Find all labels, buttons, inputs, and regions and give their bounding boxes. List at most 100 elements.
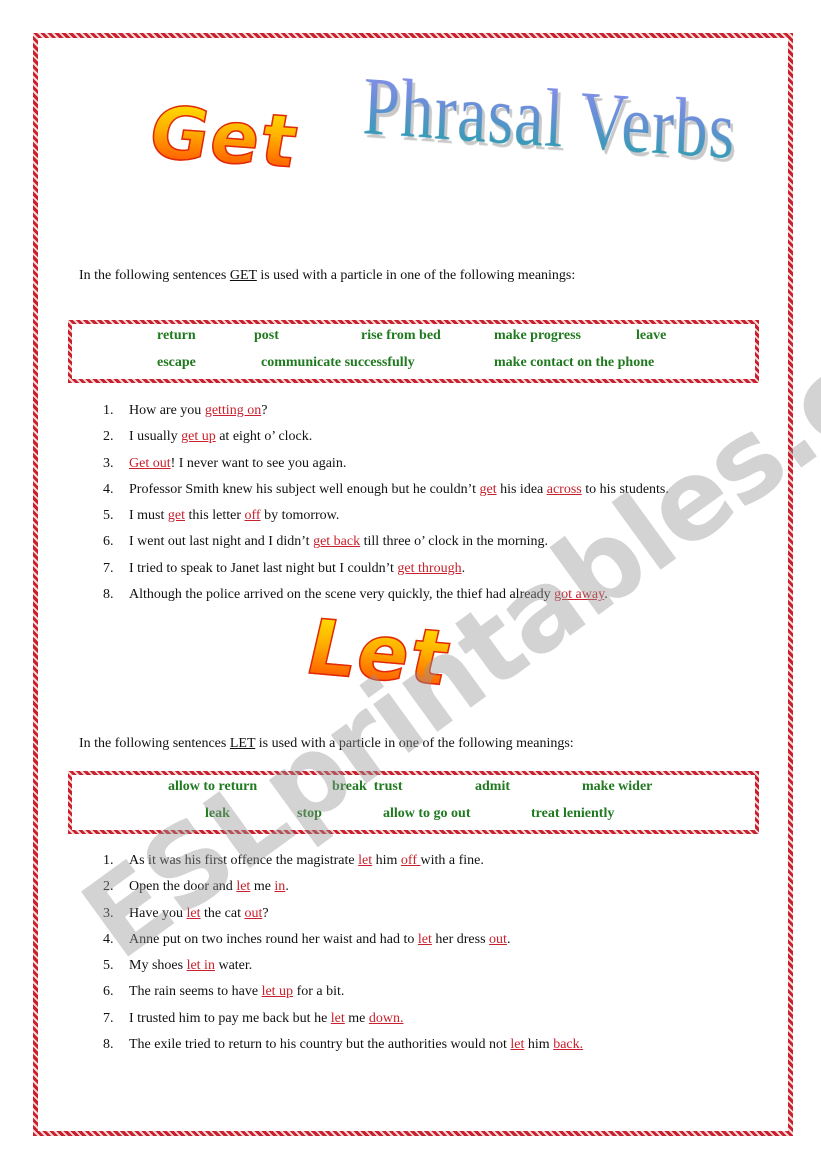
let-meaning: treat leniently [531,806,615,821]
sentence-number: 8. [103,1037,114,1053]
phrasal-verb-answer: across [546,481,582,497]
let-meaning: allow to go out [383,806,471,821]
phrasal-verb-answer: out [489,931,507,947]
phrasal-verb-answer: off [244,508,261,524]
phrasal-verb-answer: get [479,481,497,497]
exercise-sentence: 2. I usually get up at eight o’ clock. [103,428,669,454]
phrasal-verb-answer: let [236,879,251,895]
sentence-number: 8. [103,587,114,603]
phrasal-verb-answer: let [330,1010,345,1026]
sentence-text: . [604,587,608,603]
phrasal-verb-answer: get [167,508,185,524]
exercise-sentence: 8. The exile tried to return to his count… [103,1036,583,1062]
let-intro-after: is used with a particle in one of the fo… [255,736,574,751]
sentence-number: 1. [103,853,114,868]
phrasal-verb-answer: let [358,853,373,868]
sentence-number: 1. [103,403,114,418]
exercise-sentence: 3. Have you let the cat out? [103,905,583,931]
sentence-text: . [285,879,289,895]
get-meaning: make contact on the phone [494,355,655,370]
sentence-text: him [524,1037,554,1053]
let-meaning: leak [205,806,230,821]
get-meaning: communicate successfully [261,355,415,370]
get-meaning: make progress [494,328,581,343]
exercise-sentence: 1. As it was his first offence the magist… [103,852,583,878]
sentence-text: My shoes [129,958,187,974]
get-intro-after: is used with a particle in one of the fo… [256,268,576,283]
sentence-text: I tried to speak to Janet last night but… [129,560,398,576]
let-meanings-box: allow to return break trust admit make w… [68,771,759,834]
let-intro-before: In the following sentences [79,736,230,751]
title-let-wordart: Let [297,602,461,703]
let-intro-verb: LET [229,736,256,751]
let-meaning: break trust [332,779,403,794]
exercise-sentence: 1. How are you getting on? [103,402,669,428]
phrasal-verb-answer: Get out [129,455,171,471]
exercise-sentence: 4. Anne put on two inches round her waist… [103,931,583,957]
sentence-text: I went out last night and I didn’t [129,534,314,550]
sentence-text: . [506,931,511,947]
let-meaning: stop [297,806,322,821]
sentence-text: I must [129,508,168,524]
sentence-text: I usually [129,429,182,445]
exercise-sentence: 4. Professor Smith knew his subject well … [103,481,669,507]
sentence-text: Although the police arrived on the scene… [129,587,555,603]
sentence-number: 6. [103,984,114,1000]
phrasal-verb-answer: let [186,905,201,921]
phrasal-verb-answer: back. [553,1037,584,1053]
let-exercise-list: 1. As it was his first offence the magist… [103,852,583,1062]
phrasal-verb-answer: get through [397,560,462,576]
sentence-number: 6. [103,534,114,550]
sentence-text: ? [261,403,268,418]
title-get-wordart: Get [142,89,306,184]
exercise-sentence: 3. Get out! I never want to see you again… [103,455,669,481]
exercise-sentence: 6. I went out last night and I didn’t get… [103,533,669,559]
exercise-sentence: 2. Open the door and let me in. [103,878,583,904]
sentence-number: 4. [103,931,114,947]
sentence-text: till three o’ clock in the morning. [360,534,549,550]
let-meaning: admit [475,779,510,794]
sentence-text: the cat [200,905,245,921]
phrasal-verb-answer: get back [313,534,361,550]
sentence-text: me [250,879,275,895]
phrasal-verb-answer: let [510,1037,525,1053]
sentence-text: for a bit. [293,984,345,1000]
get-intro-before: In the following sentences [79,268,230,283]
get-exercise-list: 1. How are you getting on? 2. I usually get… [103,402,669,612]
sentence-number: 3. [103,455,114,471]
let-meaning: allow to return [168,779,258,794]
phrasal-verb-answer: got away [554,587,605,603]
sentence-text: this letter [185,508,245,524]
phrasal-verb-answer: out [244,905,263,921]
exercise-sentence: 7. I tried to speak to Janet last night b… [103,560,669,586]
exercise-sentence: 5. My shoes let in water. [103,957,583,983]
phrasal-verb-answer: down. [368,1010,404,1026]
sentence-text: his idea [496,481,547,497]
sentence-text: Have you [129,905,187,921]
sentence-text: Professor Smith knew his subject well en… [129,481,480,497]
exercise-sentence: 5. I must get this letter off by tomorrow… [103,507,669,533]
get-meanings-box: return post rise from bed make progress … [68,320,759,383]
sentence-text: water. [214,958,253,974]
sentence-text: her dress [431,931,490,947]
get-intro: In the following sentences GET is used w… [79,268,575,284]
get-meaning: rise from bed [361,328,441,343]
sentence-number: 3. [103,905,114,921]
phrasal-verb-answer: let [417,931,432,947]
sentence-text: How are you [129,403,205,418]
phrasal-verb-answer: get up [181,429,216,445]
sentence-number: 7. [103,1010,114,1026]
phrasal-verb-answer: let in [186,958,215,974]
get-meaning: post [254,328,279,343]
sentence-text: at eight o’ clock. [215,429,313,445]
sentence-number: 5. [103,508,114,524]
phrasal-verb-answer: getting on [204,403,262,418]
sentence-text: by tomorrow. [260,508,340,524]
sentence-text: The exile tried to return to his country… [129,1037,511,1053]
get-meaning: escape [157,355,196,370]
phrasal-verb-answer: off [400,853,421,868]
sentence-number: 4. [103,481,114,497]
sentence-text: him [372,853,401,868]
sentence-text: to his students. [581,481,669,497]
sentence-text: Anne put on two inches round her waist a… [129,931,418,947]
